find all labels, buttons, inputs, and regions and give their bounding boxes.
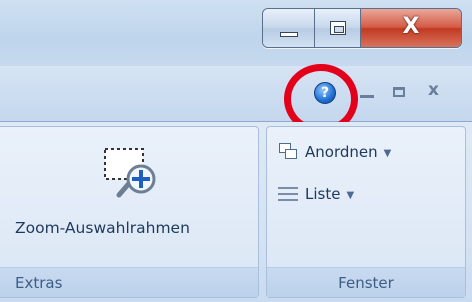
group-label-fenster-text: Fenster bbox=[338, 274, 394, 292]
maximize-button[interactable] bbox=[315, 9, 361, 47]
zoom-selection-icon bbox=[104, 148, 156, 198]
minimize-button[interactable] bbox=[263, 9, 315, 47]
ribbon-group-fenster: Anordnen ▼ Liste ▼ Fenster bbox=[266, 126, 466, 298]
chevron-down-icon: ▼ bbox=[346, 189, 355, 201]
document-restore-icon[interactable] bbox=[393, 87, 405, 97]
close-button[interactable]: X bbox=[361, 9, 461, 47]
arrange-label: Anordnen bbox=[305, 143, 378, 161]
close-icon: X bbox=[402, 14, 420, 39]
arrange-windows-icon bbox=[277, 141, 299, 163]
list-label: Liste bbox=[305, 185, 341, 203]
minimize-icon bbox=[280, 32, 298, 37]
ribbon-group-extras: Zoom-Auswahlrahmen Extras bbox=[0, 126, 259, 298]
list-button[interactable]: Liste ▼ bbox=[277, 181, 354, 207]
group-label-fenster: Fenster bbox=[267, 267, 465, 297]
arrange-button[interactable]: Anordnen ▼ bbox=[277, 139, 391, 165]
ribbon: Zoom-Auswahlrahmen Extras Anordnen ▼ Lis… bbox=[0, 122, 472, 302]
group-label-extras-text: Extras bbox=[15, 274, 63, 292]
document-minimize-icon[interactable] bbox=[360, 95, 374, 98]
caption-buttons: X bbox=[262, 8, 462, 48]
ribbon-tab-row: ? x bbox=[0, 66, 472, 122]
list-icon bbox=[277, 183, 299, 205]
maximize-icon bbox=[330, 21, 346, 35]
chevron-down-icon: ▼ bbox=[383, 147, 392, 159]
group-label-extras: Extras bbox=[0, 267, 258, 297]
zoom-selection-button[interactable]: Zoom-Auswahlrahmen bbox=[9, 137, 249, 257]
window-title-bar: X bbox=[0, 0, 472, 66]
help-icon[interactable]: ? bbox=[314, 82, 336, 104]
document-close-icon[interactable]: x bbox=[428, 80, 439, 100]
zoom-selection-label: Zoom-Auswahlrahmen bbox=[15, 219, 190, 237]
